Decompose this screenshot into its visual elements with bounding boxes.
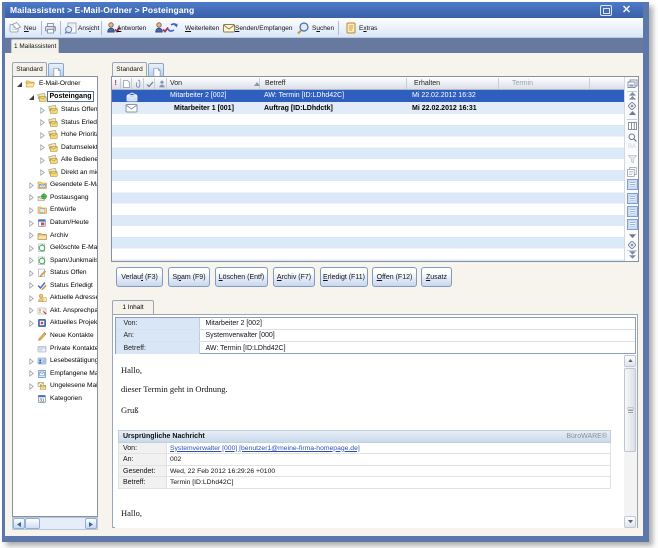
svg-text:31: 31: [39, 397, 45, 402]
